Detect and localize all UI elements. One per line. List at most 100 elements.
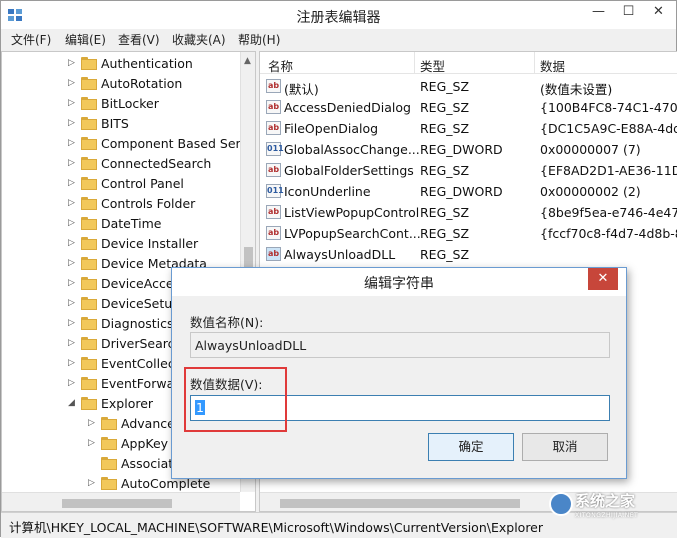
- reg-string-icon: ab: [266, 226, 281, 240]
- reg-dword-icon: 011: [266, 184, 284, 198]
- menu-edit[interactable]: 编辑(E): [65, 31, 106, 48]
- column-header-type[interactable]: 类型: [420, 56, 445, 75]
- cell-data: (数值未设置): [540, 82, 613, 97]
- tree-item[interactable]: ▷ AutoRotation: [2, 74, 240, 94]
- cell-type: REG_SZ: [420, 247, 470, 262]
- tree-horizontal-scrollbar[interactable]: [2, 492, 240, 511]
- expand-arrow-icon[interactable]: ▷: [88, 438, 98, 448]
- registry-value-row[interactable]: ab AlwaysUnloadDLL REG_SZ: [260, 244, 677, 265]
- highlight-annotation-box: [184, 367, 287, 432]
- tree-item[interactable]: ▷ Control Panel: [2, 174, 240, 194]
- tree-item-label: DateTime: [101, 216, 162, 231]
- expand-arrow-icon[interactable]: ▷: [88, 478, 98, 488]
- scrollbar-thumb[interactable]: [62, 499, 172, 508]
- tree-item[interactable]: ▷ Controls Folder: [2, 194, 240, 214]
- expand-arrow-icon[interactable]: ▷: [68, 158, 78, 168]
- tree-item[interactable]: ▷ DateTime: [2, 214, 240, 234]
- cell-type: REG_SZ: [420, 100, 470, 115]
- cell-type: REG_DWORD: [420, 142, 503, 157]
- cell-data: {DC1C5A9C-E88A-4dd: [540, 121, 677, 136]
- close-button[interactable]: ✕: [644, 1, 673, 23]
- cell-data: {EF8AD2D1-AE36-11D1: [540, 163, 677, 178]
- expand-arrow-icon[interactable]: ▷: [68, 98, 78, 108]
- folder-icon: [81, 117, 97, 130]
- reg-string-icon: ab: [266, 163, 281, 177]
- registry-value-row[interactable]: ab (默认) REG_SZ (数值未设置): [260, 76, 677, 97]
- expand-arrow-icon[interactable]: ▷: [68, 78, 78, 88]
- watermark-text: 系统之家: [575, 492, 636, 510]
- column-header-name[interactable]: 名称: [268, 56, 293, 75]
- menu-favorites[interactable]: 收藏夹(A): [172, 31, 226, 48]
- edit-string-dialog: 编辑字符串 ✕ 数值名称(N): AlwaysUnloadDLL 数值数据(V)…: [171, 267, 627, 479]
- expand-arrow-icon[interactable]: ▷: [68, 118, 78, 128]
- dialog-close-button[interactable]: ✕: [588, 268, 618, 290]
- expand-arrow-icon[interactable]: ▷: [68, 178, 78, 188]
- column-separator[interactable]: [414, 52, 415, 74]
- column-separator[interactable]: [534, 52, 535, 74]
- tree-item[interactable]: ▷ Device Installer: [2, 234, 240, 254]
- expand-arrow-icon[interactable]: ▷: [68, 198, 78, 208]
- expand-arrow-icon[interactable]: ▷: [88, 418, 98, 428]
- tree-item-label: Controls Folder: [101, 196, 196, 211]
- tree-item[interactable]: ▷ ConnectedSearch: [2, 154, 240, 174]
- window-title: 注册表编辑器: [296, 10, 381, 26]
- tree-item[interactable]: ▷ Authentication: [2, 54, 240, 74]
- registry-value-row[interactable]: ab FileOpenDialog REG_SZ {DC1C5A9C-E88A-4dd: [260, 118, 677, 139]
- cell-data: {8be9f5ea-e746-4e47-: [540, 205, 677, 220]
- expand-arrow-icon[interactable]: ▷: [68, 298, 78, 308]
- scroll-up-icon[interactable]: ▲: [244, 56, 251, 66]
- tree-item-label: BitLocker: [101, 96, 159, 111]
- collapse-arrow-icon[interactable]: ◢: [68, 398, 78, 408]
- maximize-button[interactable]: ☐: [614, 1, 643, 23]
- tree-item-label: EventForwar: [101, 376, 180, 391]
- minimize-button[interactable]: —: [584, 1, 613, 23]
- column-header-data[interactable]: 数据: [540, 56, 565, 75]
- reg-dword-icon: 011: [266, 142, 284, 156]
- folder-icon: [81, 197, 97, 210]
- registry-value-row[interactable]: ab ListViewPopupControl REG_SZ {8be9f5ea-e7…: [260, 202, 677, 223]
- folder-icon: [101, 457, 117, 470]
- watermark-subtext: XITONGZHIJIA.NET: [575, 512, 639, 519]
- registry-value-row[interactable]: 011 GlobalAssocChange... REG_DWORD 0x000000…: [260, 139, 677, 160]
- expand-arrow-icon[interactable]: [88, 458, 98, 468]
- folder-icon: [81, 157, 97, 170]
- tree-item[interactable]: ▷ BitLocker: [2, 94, 240, 114]
- tree-item-label: AppKey: [121, 436, 169, 451]
- expand-arrow-icon[interactable]: ▷: [68, 138, 78, 148]
- folder-icon: [81, 277, 97, 290]
- expand-arrow-icon[interactable]: ▷: [68, 218, 78, 228]
- tree-item-label: AutoRotation: [101, 76, 183, 91]
- menu-bar: 文件(F) 编辑(E) 查看(V) 收藏夹(A) 帮助(H): [1, 29, 676, 49]
- registry-value-row[interactable]: ab AccessDeniedDialog REG_SZ {100B4FC8-74C1…: [260, 97, 677, 118]
- cell-name: GlobalFolderSettings: [284, 163, 414, 178]
- registry-value-row[interactable]: ab LVPopupSearchCont... REG_SZ {fccf70c8-f4…: [260, 223, 677, 244]
- menu-help[interactable]: 帮助(H): [238, 31, 280, 48]
- tree-item[interactable]: ▷ BITS: [2, 114, 240, 134]
- expand-arrow-icon[interactable]: ▷: [68, 258, 78, 268]
- tree-item[interactable]: ▷ Component Based Serv: [2, 134, 248, 154]
- menu-file[interactable]: 文件(F): [11, 31, 51, 48]
- folder-icon: [81, 137, 97, 150]
- expand-arrow-icon[interactable]: ▷: [68, 278, 78, 288]
- expand-arrow-icon[interactable]: ▷: [68, 338, 78, 348]
- menu-view[interactable]: 查看(V): [118, 31, 160, 48]
- cell-name: FileOpenDialog: [284, 121, 379, 136]
- ok-button[interactable]: 确定: [428, 433, 514, 461]
- expand-arrow-icon[interactable]: ▷: [68, 58, 78, 68]
- folder-icon: [81, 297, 97, 310]
- cancel-button[interactable]: 取消: [522, 433, 608, 461]
- expand-arrow-icon[interactable]: ▷: [68, 358, 78, 368]
- scrollbar-thumb[interactable]: [280, 499, 520, 508]
- cell-type: REG_SZ: [420, 121, 470, 136]
- expand-arrow-icon[interactable]: ▷: [68, 318, 78, 328]
- cell-type: REG_SZ: [420, 205, 470, 220]
- expand-arrow-icon[interactable]: ▷: [68, 378, 78, 388]
- expand-arrow-icon[interactable]: ▷: [68, 238, 78, 248]
- folder-icon: [81, 397, 97, 410]
- registry-value-row[interactable]: ab GlobalFolderSettings REG_SZ {EF8AD2D1-AE…: [260, 160, 677, 181]
- cell-name: ListViewPopupControl: [284, 205, 420, 220]
- registry-value-row[interactable]: 011 IconUnderline REG_DWORD 0x00000002 (2): [260, 181, 677, 202]
- tree-item-label: BITS: [101, 116, 129, 131]
- status-path: 计算机\HKEY_LOCAL_MACHINE\SOFTWARE\Microsof…: [9, 520, 544, 535]
- cell-data: 0x00000007 (7): [540, 142, 641, 157]
